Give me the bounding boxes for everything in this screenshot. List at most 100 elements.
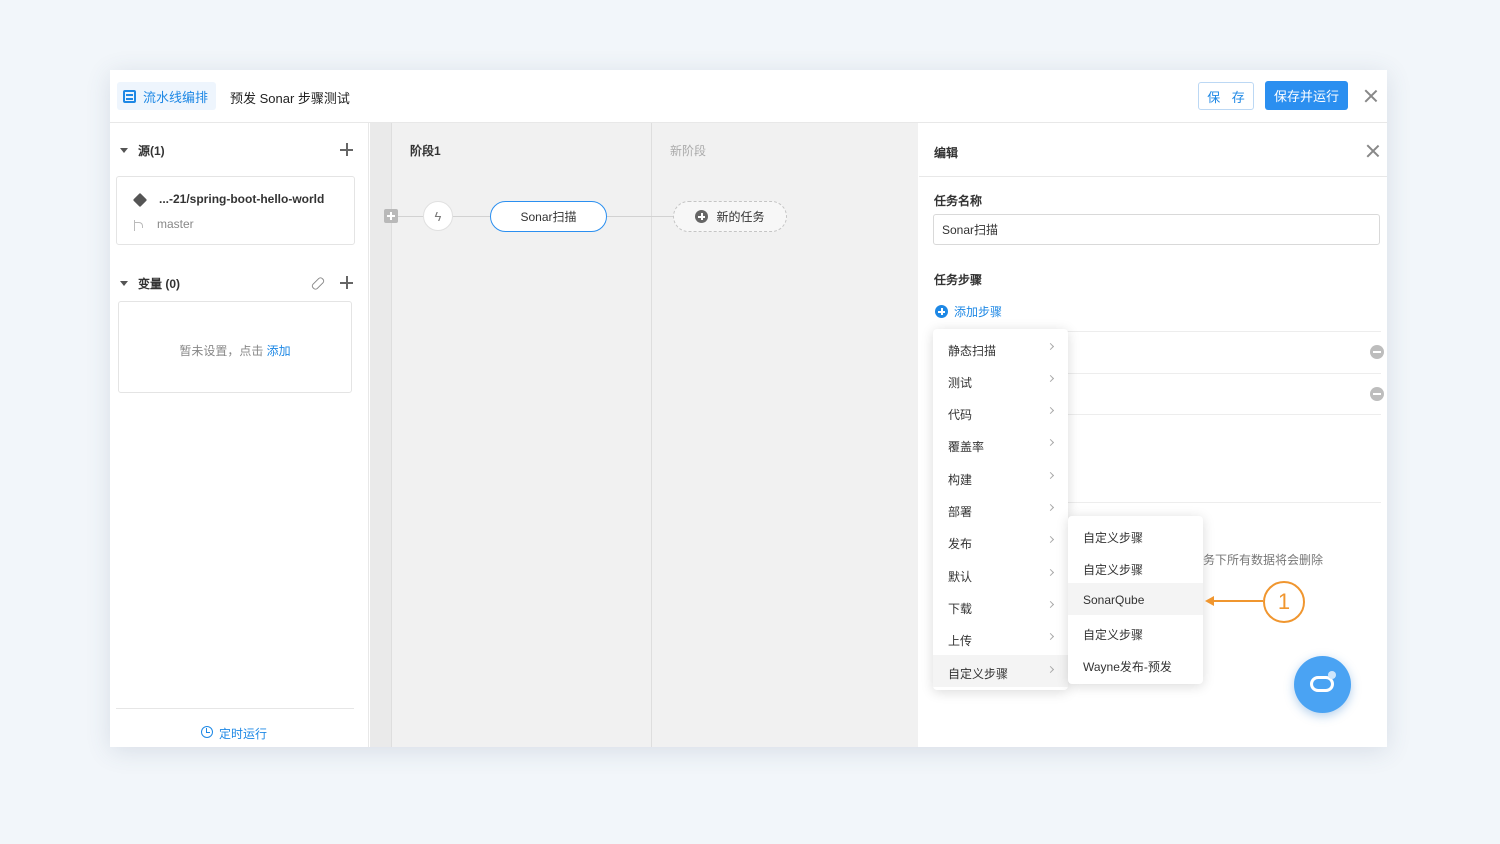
submenu-item-sonarqube[interactable]: SonarQube [1068,583,1203,615]
remove-step-icon[interactable] [1370,387,1384,401]
submenu-item-label: 自定义步骤 [1083,628,1144,642]
step-type-menu: 静态扫描 测试 代码 覆盖率 构建 部署 发布 默认 下载 上传 自定义步骤 [933,329,1068,690]
submenu-item-custom-step[interactable]: 自定义步骤 [1068,551,1203,583]
annotation-badge: 1 [1263,581,1305,623]
lightning-icon: ϟ [434,208,442,224]
git-icon [132,192,148,208]
menu-item-coverage[interactable]: 覆盖率 [933,428,1068,460]
menu-item-deploy[interactable]: 部署 [933,493,1068,525]
chevron-right-icon [1046,568,1055,577]
menu-item-upload[interactable]: 上传 [933,622,1068,654]
close-window-icon[interactable] [1363,88,1379,104]
menu-item-custom-step[interactable]: 自定义步骤 [933,655,1068,687]
pipeline-orchestration-tab[interactable]: 流水线编排 [117,82,217,110]
menu-item-default[interactable]: 默认 [933,558,1068,590]
pipeline-canvas: 阶段1 新阶段 ϟ Sonar扫描 新的任务 [370,123,918,747]
new-task-label: 新的任务 [716,210,765,224]
menu-item-label: 静态扫描 [948,344,997,358]
panel-title: 编辑 [934,146,959,160]
chevron-right-icon [1046,471,1055,480]
new-task-button[interactable]: 新的任务 [673,201,787,232]
delete-warning-text: 务下所有数据将会删除 [1203,553,1324,567]
chevron-right-icon [1046,665,1055,674]
remove-step-icon[interactable] [1370,345,1384,359]
branch-icon [134,220,144,231]
chat-support-button[interactable] [1294,656,1351,713]
menu-item-label: 上传 [948,634,973,648]
annotation-arrow-line [1212,600,1263,602]
task-name-input[interactable] [933,214,1380,245]
save-button[interactable]: 保 存 [1198,82,1254,110]
new-stage-title[interactable]: 新阶段 [670,142,706,159]
pipeline-icon [123,89,136,103]
connector-line [607,216,673,217]
caret-down-icon [120,148,128,153]
variables-empty-box: 暂未设置，点击 添加 [118,301,352,393]
menu-item-label: 自定义步骤 [948,667,1009,681]
variables-section-header[interactable]: 变量 (0) [120,275,180,292]
submenu-item-label: SonarQube [1083,593,1145,607]
menu-item-label: 下载 [948,602,973,616]
task-steps-label: 任务步骤 [934,273,983,287]
link-icon[interactable] [310,275,324,289]
menu-item-label: 代码 [948,408,973,422]
stage-title[interactable]: 阶段1 [410,142,441,159]
custom-step-submenu: 自定义步骤 自定义步骤 SonarQube 自定义步骤 Wayne发布-预发 [1068,516,1203,684]
save-and-run-button[interactable]: 保存并运行 [1265,81,1348,110]
add-source-icon[interactable] [340,143,353,156]
add-step-button[interactable]: 添加步骤 [935,303,1002,320]
task-node-label: Sonar扫描 [520,210,577,224]
chevron-right-icon [1046,438,1055,447]
add-step-label: 添加步骤 [954,305,1003,319]
menu-item-test[interactable]: 测试 [933,364,1068,396]
add-parallel-icon[interactable] [384,209,398,223]
left-sidebar: 源(1) ...-21/spring-boot-hello-world mast… [110,123,369,747]
chevron-right-icon [1046,342,1055,351]
plus-circle-icon [935,305,948,318]
menu-item-label: 构建 [948,473,973,487]
menu-item-label: 覆盖率 [948,440,985,454]
menu-item-release[interactable]: 发布 [933,525,1068,557]
menu-item-code[interactable]: 代码 [933,396,1068,428]
branch-name: master [157,217,194,231]
plus-circle-icon [695,210,709,223]
menu-item-label: 部署 [948,505,973,519]
menu-item-label: 发布 [948,537,973,551]
chat-dot-icon [1328,671,1336,679]
chevron-right-icon [1046,632,1055,641]
clock-icon [201,726,213,738]
submenu-item-wayne-release[interactable]: Wayne发布-预发 [1068,648,1203,680]
repo-name: ...-21/spring-boot-hello-world [159,192,325,206]
chevron-right-icon [1046,503,1055,512]
submenu-item-label: 自定义步骤 [1083,563,1144,577]
menu-item-label: 测试 [948,376,973,390]
submenu-item-label: Wayne发布-预发 [1083,660,1172,674]
connector-line [453,216,490,217]
submenu-item-custom-step[interactable]: 自定义步骤 [1068,616,1203,648]
close-panel-icon[interactable] [1365,143,1381,159]
variables-title: 变量 (0) [138,277,181,291]
header: 流水线编排 预发 Sonar 步骤测试 保 存 保存并运行 [110,70,1387,123]
source-card[interactable]: ...-21/spring-boot-hello-world master [116,176,355,245]
sources-section-header[interactable]: 源(1) [120,142,165,159]
brand-label: 流水线编排 [143,89,209,105]
chevron-right-icon [1046,535,1055,544]
task-name-label: 任务名称 [934,194,983,208]
caret-down-icon [120,281,128,286]
menu-item-label: 默认 [948,570,973,584]
add-variable-icon[interactable] [340,276,353,289]
submenu-item-custom-step[interactable]: 自定义步骤 [1068,519,1203,551]
connector-line [398,216,423,217]
task-node-sonar[interactable]: Sonar扫描 [490,201,607,232]
add-variable-link[interactable]: 添加 [267,344,291,358]
menu-item-build[interactable]: 构建 [933,461,1068,493]
menu-item-static-scan[interactable]: 静态扫描 [933,332,1068,364]
trigger-node[interactable]: ϟ [423,201,453,231]
variables-empty-text: 暂未设置，点击 [179,344,264,358]
chevron-right-icon [1046,374,1055,383]
submenu-item-label: 自定义步骤 [1083,531,1144,545]
schedule-run-label[interactable]: 定时运行 [219,725,267,742]
menu-item-download[interactable]: 下载 [933,590,1068,622]
schedule-run-bar[interactable]: 定时运行 [116,708,354,747]
chevron-right-icon [1046,600,1055,609]
